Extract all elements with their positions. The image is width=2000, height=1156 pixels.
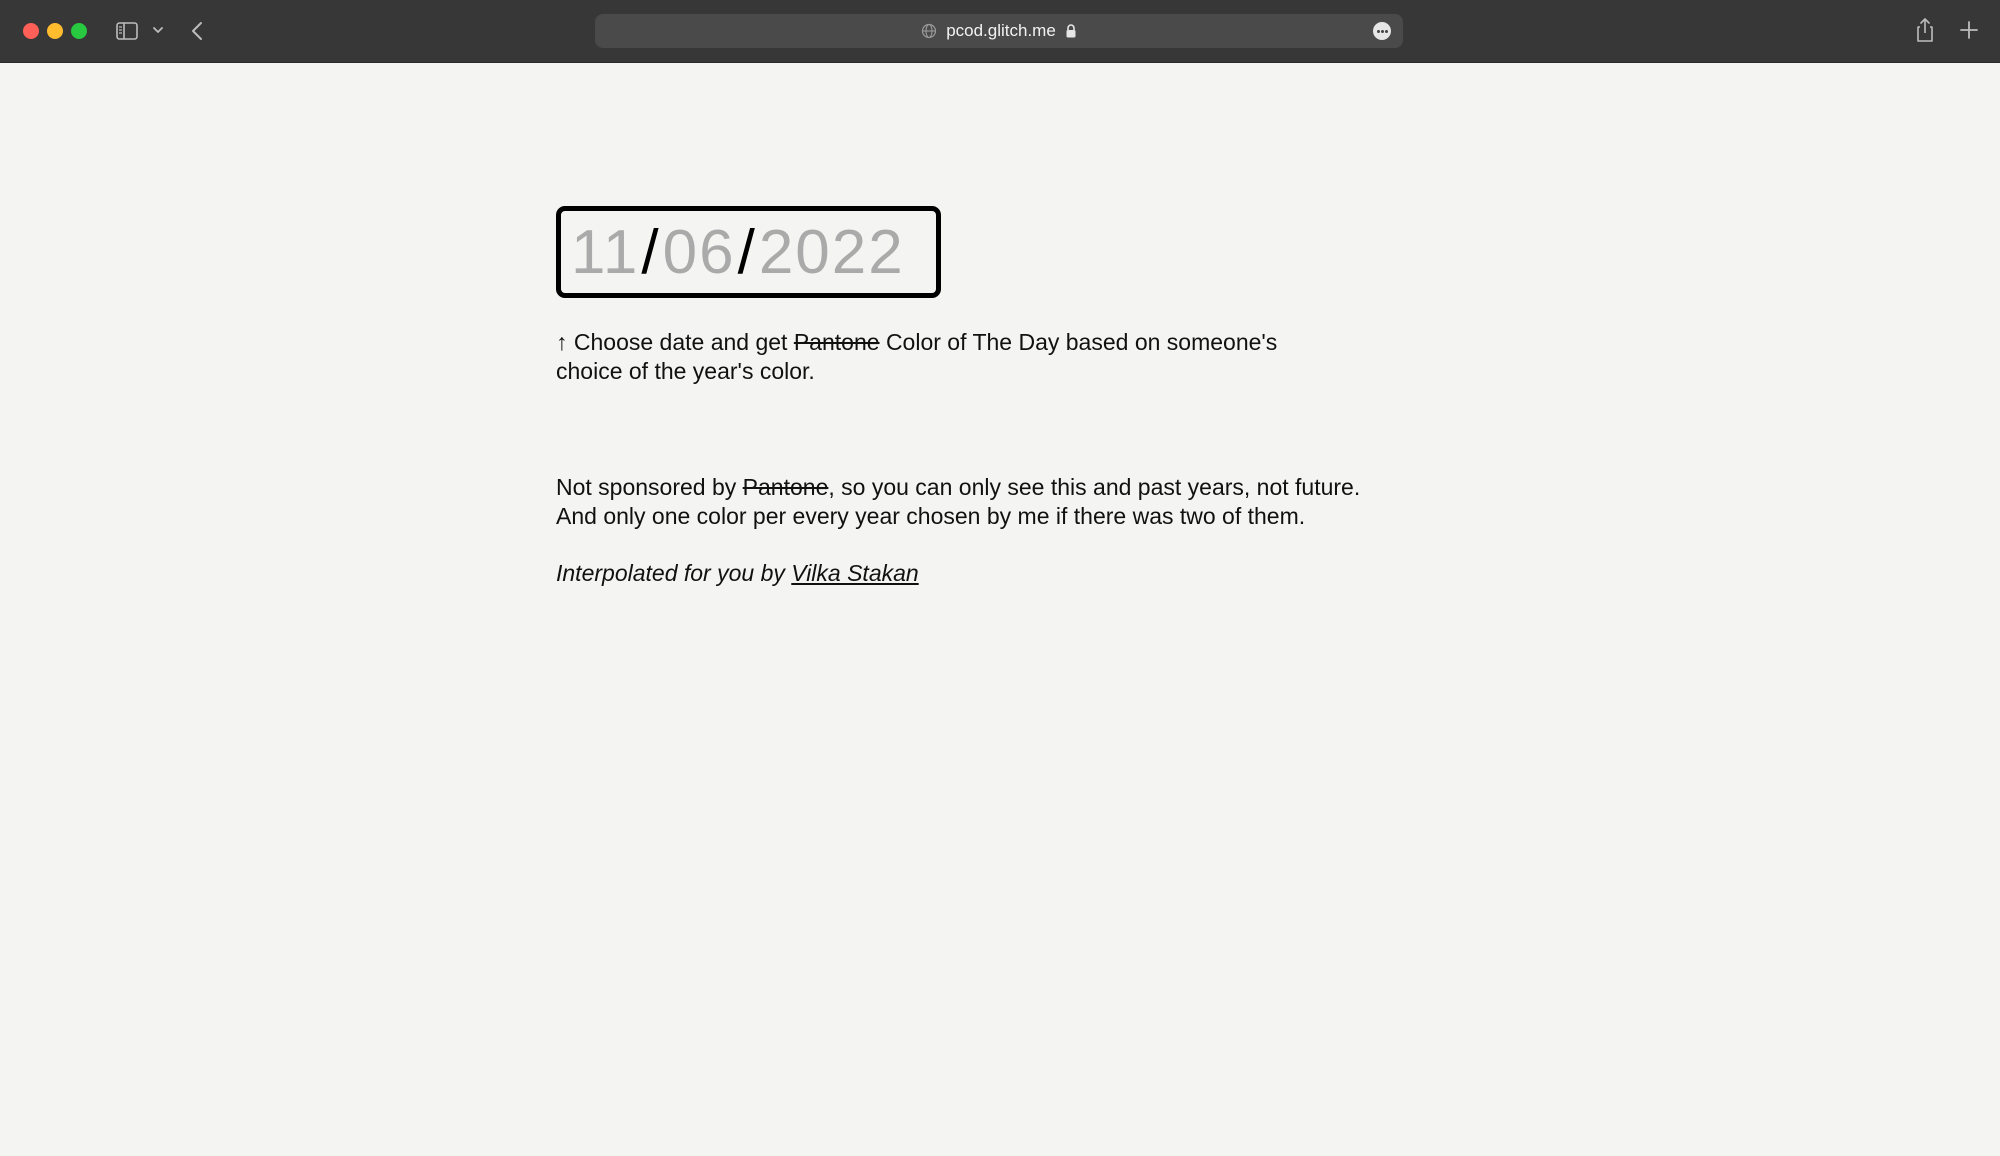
note-part1: Not sponsored by (556, 474, 737, 500)
note-part2: , so you can only see this and past year… (828, 474, 1361, 500)
date-separator: / (737, 217, 757, 287)
arrow-up-icon: ↑ (556, 329, 568, 355)
struck-brand: Pantone (793, 329, 880, 355)
url-text: pcod.glitch.me (946, 21, 1056, 40)
chevron-down-icon[interactable] (151, 23, 165, 37)
date-separator: / (641, 217, 661, 287)
date-day[interactable]: 06 (663, 217, 736, 288)
intro-text: ↑ Choose date and get Pantone Color of T… (556, 328, 1556, 386)
minimize-window-button[interactable] (47, 23, 63, 39)
back-icon[interactable] (187, 19, 207, 43)
disclaimer-text: Not sponsored by Pantone, so you can onl… (556, 473, 1556, 531)
browser-toolbar: pcod.glitch.me (0, 0, 2000, 63)
credit-text: Interpolated for you by Vilka Stakan (556, 559, 1556, 588)
author-link[interactable]: Vilka Stakan (791, 560, 918, 586)
note-line2: And only one color per every year chosen… (556, 503, 1306, 529)
intro-part2: Color of The Day based on someone's (885, 329, 1278, 355)
date-month[interactable]: 11 (571, 217, 639, 288)
lock-icon (1066, 24, 1076, 38)
address-bar[interactable]: pcod.glitch.me (595, 14, 1403, 48)
maximize-window-button[interactable] (71, 23, 87, 39)
more-icon[interactable] (1373, 22, 1391, 40)
page-content: 11/06/2022 ↑ Choose date and get Pantone… (556, 206, 1556, 588)
date-year[interactable]: 2022 (759, 217, 905, 288)
globe-icon (922, 23, 937, 39)
struck-brand: Pantone (742, 474, 829, 500)
plus-icon[interactable] (1957, 18, 1981, 42)
close-window-button[interactable] (23, 23, 39, 39)
intro-part1: Choose date and get (573, 329, 788, 355)
share-icon[interactable] (1913, 16, 1937, 44)
credit-prefix: Interpolated for you by (556, 560, 785, 586)
intro-line2: choice of the year's color. (556, 358, 815, 384)
date-input[interactable]: 11/06/2022 (556, 206, 941, 298)
sidebar-icon[interactable] (115, 19, 139, 43)
